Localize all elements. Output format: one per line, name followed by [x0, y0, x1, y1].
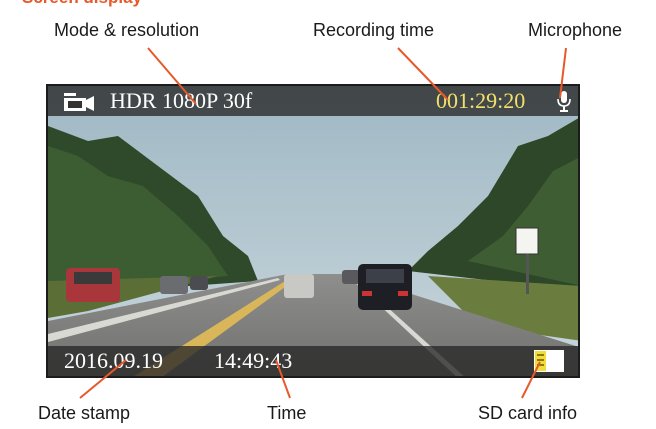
- callout-date-stamp: Date stamp: [38, 403, 131, 423]
- callout-time: Time: [267, 403, 307, 423]
- recording-time-text: 001:29:20: [436, 88, 526, 113]
- section-title: Screen display: [22, 0, 142, 8]
- dashcam-screen: HDR 1080P 30f 001:29:20 2016.09.19 14:49…: [46, 84, 580, 378]
- road-scene-image: [48, 86, 578, 376]
- callout-mode-resolution: Mode & resolution: [54, 20, 200, 40]
- callout-sd-card-info: SD card info: [478, 403, 578, 423]
- callout-recording-time: Recording time: [313, 20, 435, 40]
- callout-microphone: Microphone: [528, 20, 623, 40]
- date-stamp-text: 2016.09.19: [64, 348, 163, 373]
- sd-card-icon: [534, 350, 564, 372]
- camcorder-icon: [64, 93, 94, 111]
- time-text: 14:49:43: [214, 348, 293, 373]
- microphone-icon: [557, 91, 571, 112]
- osd-bottom-bar: 2016.09.19 14:49:43: [48, 346, 578, 376]
- mode-resolution-text: HDR 1080P 30f: [110, 88, 253, 113]
- osd-top-bar: HDR 1080P 30f 001:29:20: [48, 86, 578, 116]
